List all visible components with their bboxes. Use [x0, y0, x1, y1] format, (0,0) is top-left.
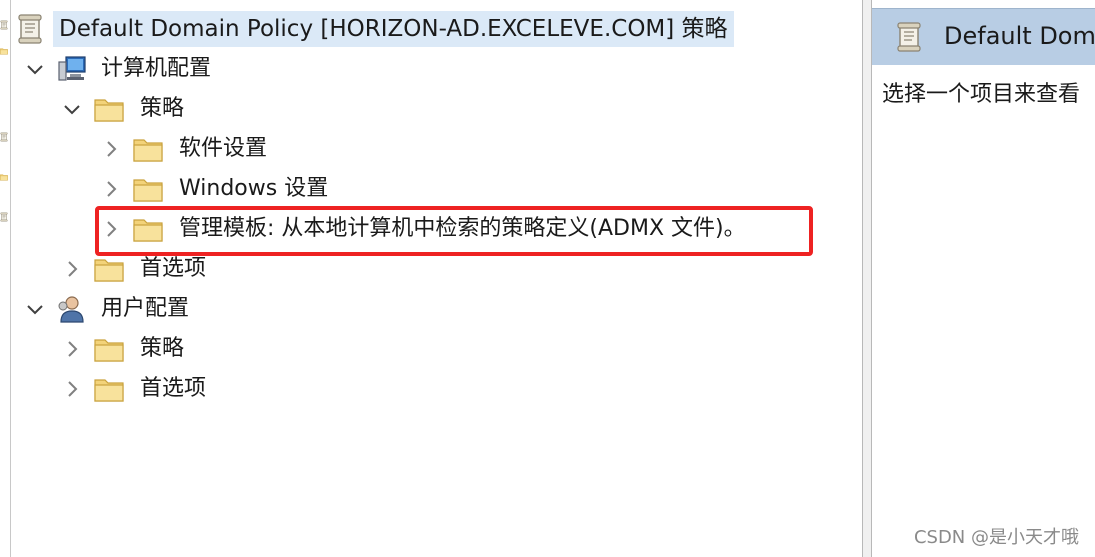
left-pane-strip: [0, 0, 11, 557]
folder-icon: [94, 96, 124, 122]
chevron-right-icon[interactable]: [101, 139, 121, 159]
tree-node-label: 用户配置: [101, 296, 190, 321]
tree-node-label: 计算机配置: [101, 56, 212, 81]
policy-scroll-icon: [17, 14, 43, 44]
red-highlight-annotation: [95, 206, 813, 256]
policy-tree-pane: Default Domain Policy [HORIZON-AD.EXCELE…: [11, 0, 862, 557]
tree-root-label: Default Domain Policy [HORIZON-AD.EXCELE…: [53, 11, 734, 47]
folder-icon: [94, 336, 124, 362]
details-hint-text: 选择一个项目来查看: [882, 82, 1081, 107]
details-header: Default Doma: [872, 8, 1095, 65]
policy-icon: [0, 130, 8, 144]
chevron-right-icon[interactable]: [101, 179, 121, 199]
tree-node-user-policies[interactable]: 策略: [62, 331, 188, 367]
tree-node-label: 首选项: [140, 256, 207, 281]
tree-node-label: 策略: [140, 336, 185, 361]
tree-root-node[interactable]: Default Domain Policy [HORIZON-AD.EXCELE…: [17, 11, 734, 47]
folder-icon: [0, 44, 8, 58]
tree-node-software-settings[interactable]: 软件设置: [101, 131, 271, 167]
folder-icon: [133, 176, 163, 202]
policy-icon: [0, 18, 8, 32]
chevron-down-icon[interactable]: [62, 99, 82, 119]
tree-node-computer-preferences[interactable]: 首选项: [62, 251, 210, 287]
chevron-right-icon[interactable]: [62, 339, 82, 359]
details-pane: Default Doma 选择一个项目来查看: [872, 0, 1095, 557]
policy-scroll-icon: [896, 22, 922, 52]
chevron-right-icon[interactable]: [62, 259, 82, 279]
chevron-down-icon[interactable]: [25, 299, 45, 319]
chevron-down-icon[interactable]: [25, 59, 45, 79]
tree-node-user-config[interactable]: 用户配置: [25, 291, 193, 327]
chevron-right-icon[interactable]: [62, 379, 82, 399]
watermark: CSDN @是小天才哦: [913, 527, 1079, 548]
tree-node-label: 首选项: [140, 376, 207, 401]
tree-node-label: Windows 设置: [179, 176, 329, 201]
folder-icon: [133, 136, 163, 162]
details-header-title: Default Doma: [944, 22, 1095, 50]
computer-icon: [57, 54, 87, 84]
tree-node-windows-settings[interactable]: Windows 设置: [101, 171, 332, 207]
folder-icon: [94, 256, 124, 282]
tree-node-label: 软件设置: [179, 136, 268, 161]
folder-icon: [94, 376, 124, 402]
pane-splitter[interactable]: [862, 0, 872, 557]
policy-icon: [0, 210, 8, 224]
tree-node-computer-policies[interactable]: 策略: [62, 91, 188, 127]
user-icon: [57, 294, 87, 324]
tree-node-label: 策略: [140, 96, 185, 121]
folder-icon: [0, 170, 8, 184]
tree-node-user-preferences[interactable]: 首选项: [62, 371, 210, 407]
tree-node-computer-config[interactable]: 计算机配置: [25, 51, 215, 87]
